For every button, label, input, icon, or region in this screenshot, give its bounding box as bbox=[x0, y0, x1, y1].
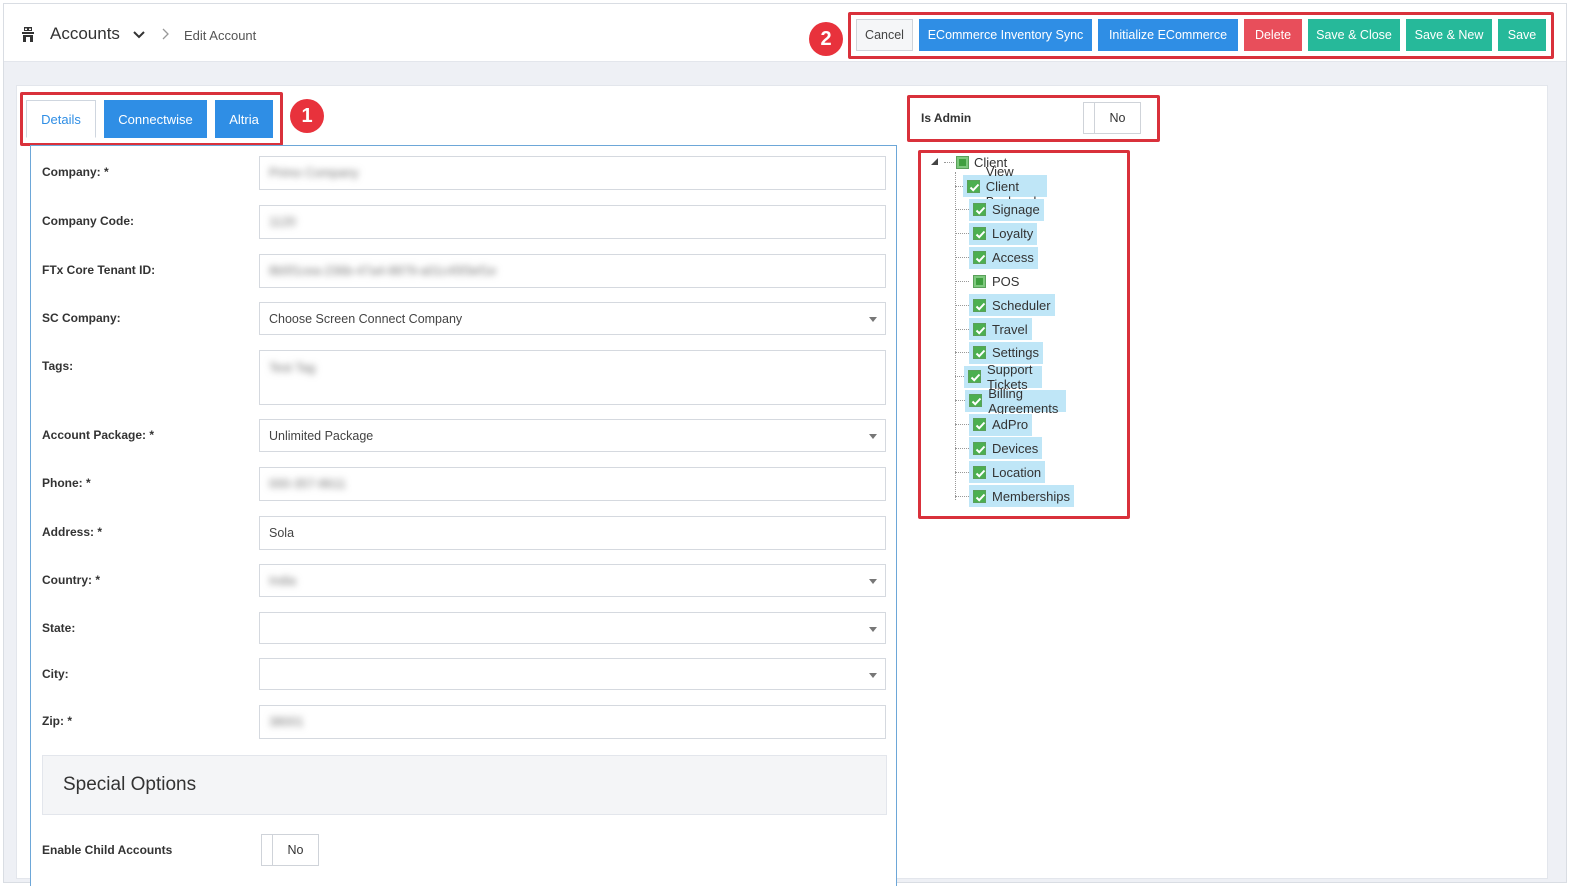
special-options-heading: Special Options bbox=[42, 755, 887, 815]
phone-value: 000-357-8611 bbox=[269, 477, 346, 491]
phone-label: Phone: * bbox=[42, 476, 91, 490]
state-select[interactable] bbox=[259, 612, 886, 644]
chevron-right-icon bbox=[162, 28, 169, 40]
zip-field[interactable]: 38001 bbox=[259, 705, 886, 739]
company-label: Company: * bbox=[42, 165, 109, 179]
details-form: Company: * Primo Company Company Code: 1… bbox=[30, 145, 897, 886]
annotation-box-admin bbox=[907, 95, 1160, 142]
sc-company-select[interactable]: Choose Screen Connect Company bbox=[259, 302, 886, 335]
dropdown-caret-icon bbox=[869, 317, 877, 322]
tags-field[interactable]: Test Tag bbox=[259, 350, 886, 405]
annotation-badge-1: 1 bbox=[290, 99, 324, 133]
annotation-box-tabs bbox=[20, 92, 283, 146]
company-code-field[interactable]: 1120 bbox=[259, 205, 886, 239]
breadcrumb: Edit Account bbox=[184, 28, 257, 43]
address-label: Address: * bbox=[42, 525, 103, 539]
tenant-id-label: FTx Core Tenant ID: bbox=[42, 263, 156, 277]
tenant-id-value: 8b5f1cea-236b-47a4-8879-a01c45f3ef1e bbox=[269, 264, 497, 278]
sc-company-label: SC Company: bbox=[42, 311, 121, 325]
city-select[interactable] bbox=[259, 658, 886, 690]
enable-child-toggle[interactable]: No bbox=[261, 834, 319, 866]
city-label: City: bbox=[42, 667, 69, 681]
company-code-value: 1120 bbox=[269, 215, 296, 229]
building-icon bbox=[22, 27, 34, 42]
zip-label: Zip: * bbox=[42, 714, 72, 728]
enable-child-value: No bbox=[287, 843, 304, 857]
dropdown-caret-icon bbox=[869, 627, 877, 632]
tenant-id-field[interactable]: 8b5f1cea-236b-47a4-8879-a01c45f3ef1e bbox=[259, 254, 886, 288]
dropdown-caret-icon bbox=[869, 434, 877, 439]
tags-value: Test Tag bbox=[269, 361, 316, 375]
account-package-label: Account Package: * bbox=[42, 428, 155, 442]
sc-company-value: Choose Screen Connect Company bbox=[269, 311, 463, 326]
phone-field[interactable]: 000-357-8611 bbox=[259, 467, 886, 501]
enable-child-label: Enable Child Accounts bbox=[42, 843, 173, 857]
company-value: Primo Company bbox=[269, 166, 359, 180]
chevron-down-icon[interactable] bbox=[132, 27, 146, 41]
company-field[interactable]: Primo Company bbox=[259, 156, 886, 190]
annotation-box-actions bbox=[848, 12, 1554, 59]
tags-label: Tags: bbox=[42, 359, 74, 373]
zip-value: 38001 bbox=[269, 715, 304, 729]
annotation-badge-2: 2 bbox=[809, 22, 843, 56]
dropdown-caret-icon bbox=[869, 673, 877, 678]
module-switcher[interactable]: Accounts bbox=[19, 24, 146, 44]
state-label: State: bbox=[42, 621, 76, 635]
company-code-label: Company Code: bbox=[42, 214, 135, 228]
country-value: India bbox=[269, 573, 297, 588]
toggle-knob bbox=[262, 835, 273, 865]
address-field[interactable]: Sola bbox=[259, 516, 886, 550]
address-value: Sola bbox=[269, 526, 295, 540]
annotation-box-tree bbox=[918, 150, 1130, 519]
account-package-value: Unlimited Package bbox=[269, 428, 374, 443]
country-select[interactable]: India bbox=[259, 564, 886, 597]
dropdown-caret-icon bbox=[869, 579, 877, 584]
country-label: Country: * bbox=[42, 573, 100, 587]
account-package-select[interactable]: Unlimited Package bbox=[259, 419, 886, 452]
module-title: Accounts bbox=[50, 24, 120, 43]
